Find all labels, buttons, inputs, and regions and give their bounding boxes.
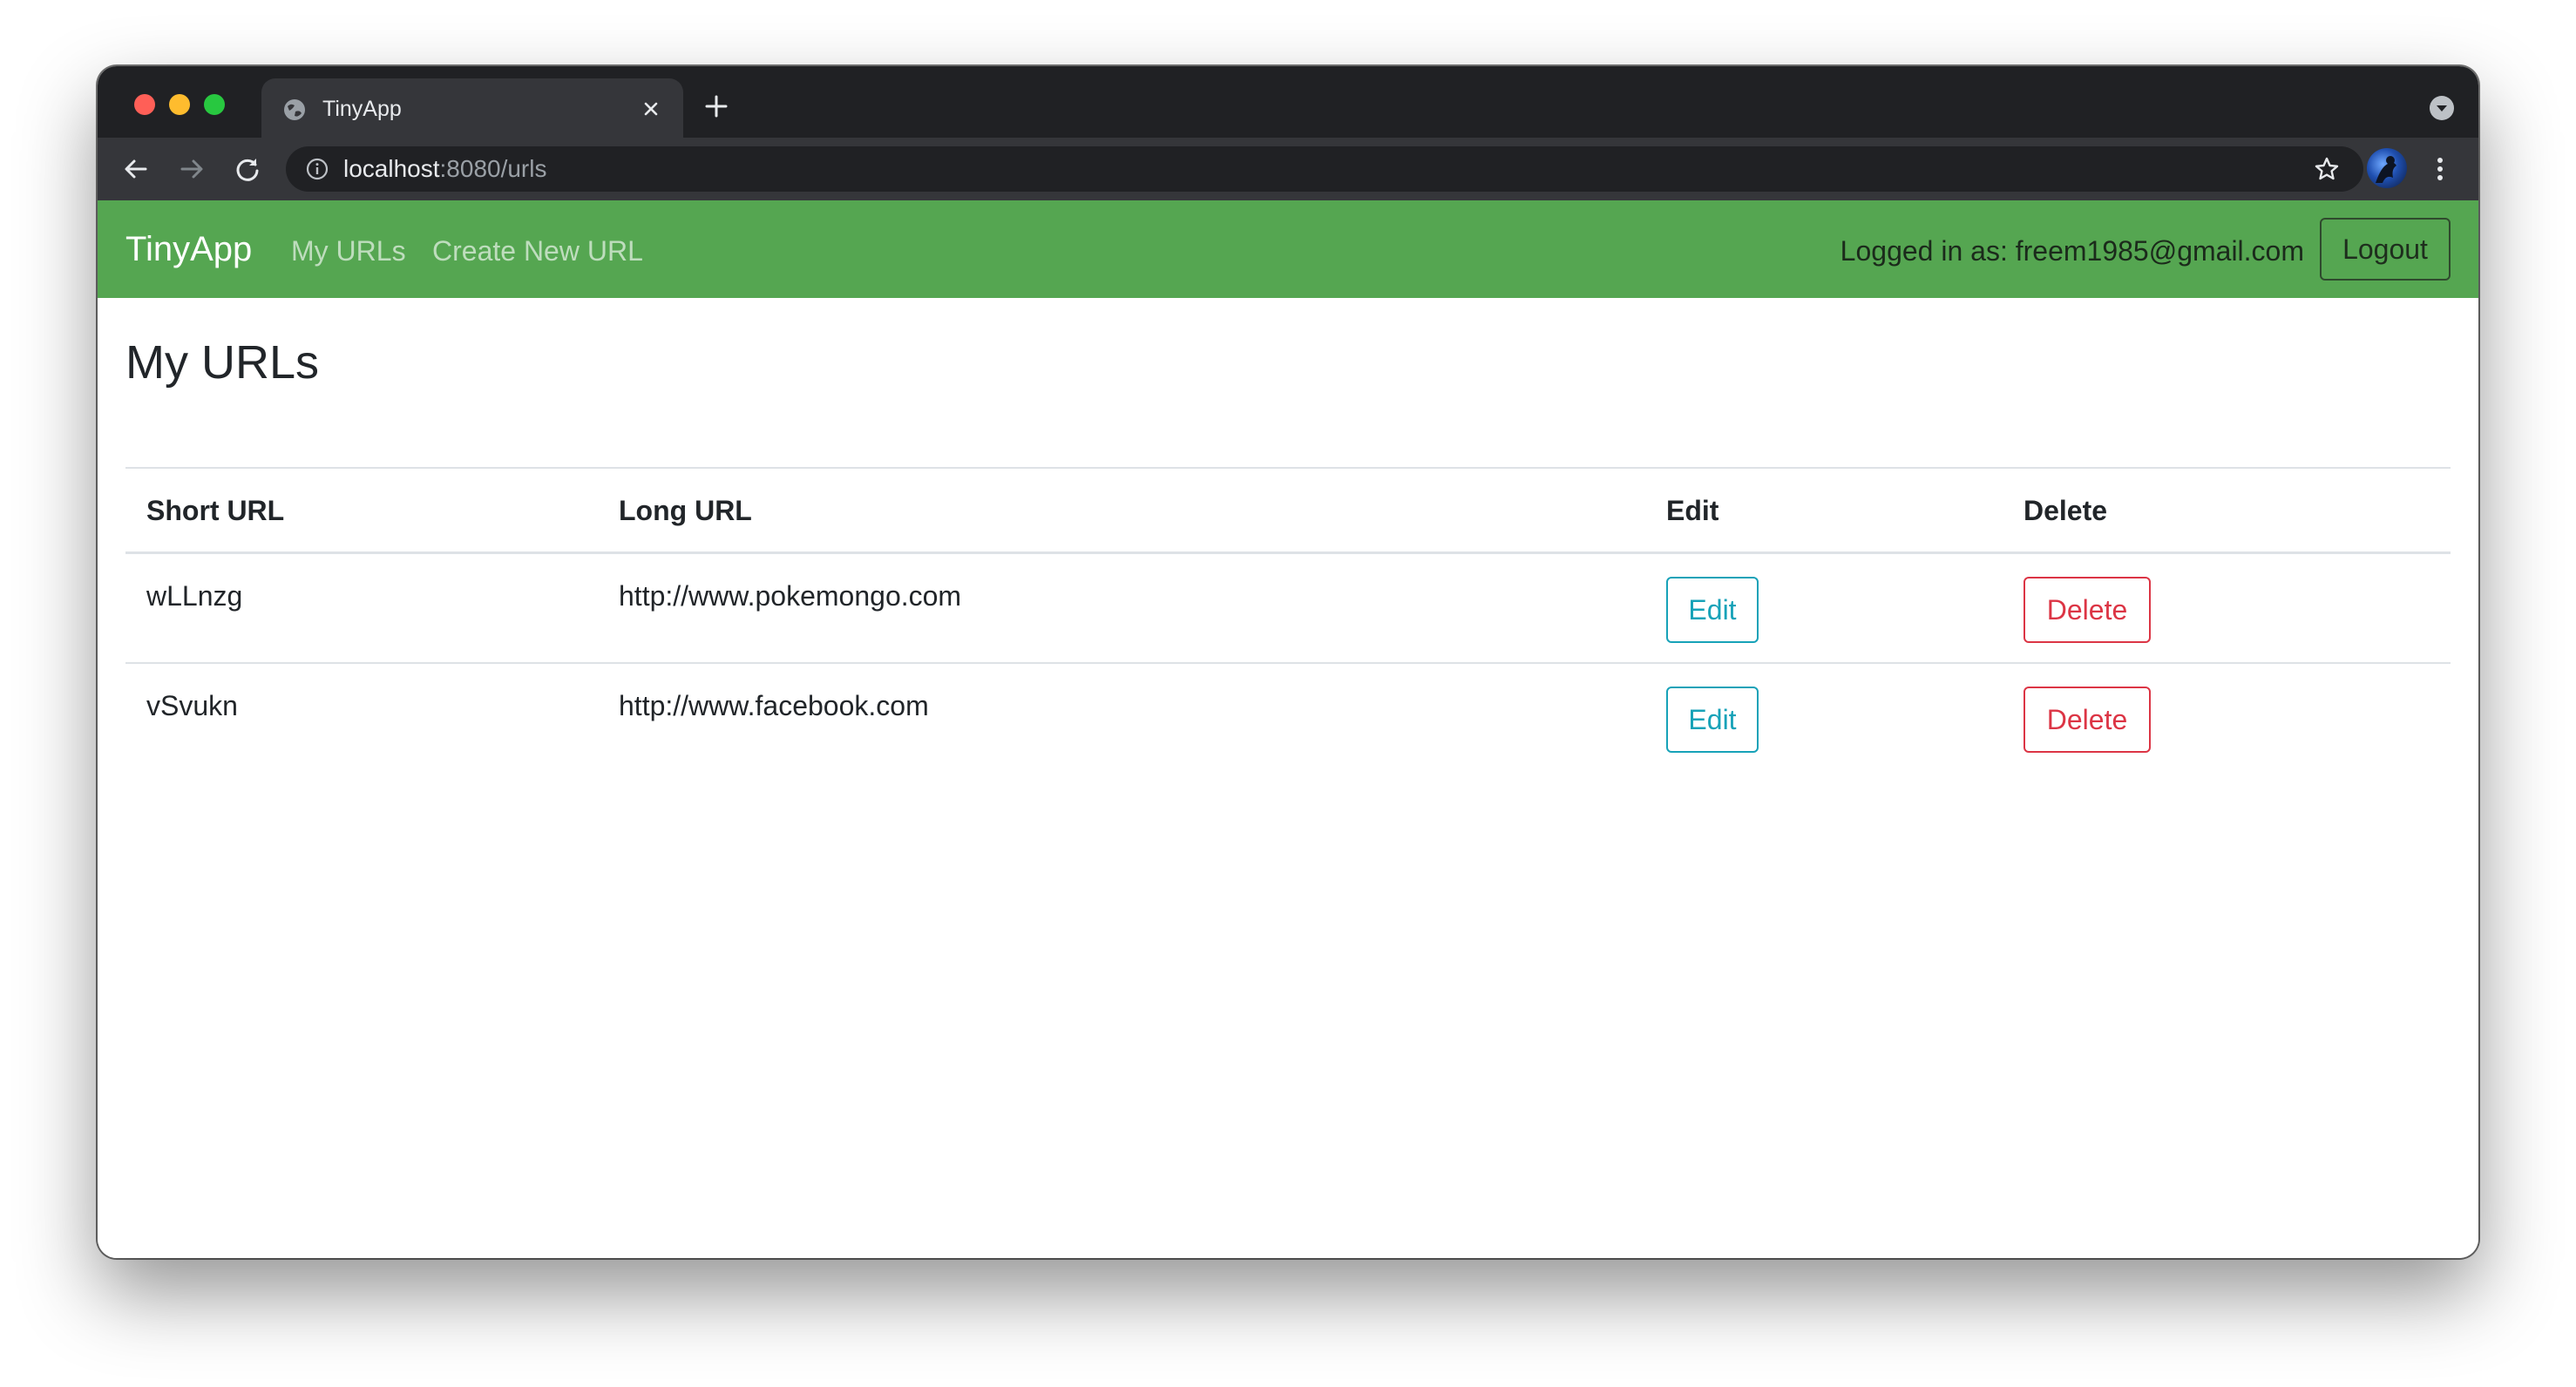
address-bar[interactable]: localhost:8080/urls xyxy=(286,146,2363,192)
close-window-button[interactable] xyxy=(134,94,155,115)
url-path: :8080/urls xyxy=(439,155,547,182)
table-row: wLLnzg http://www.pokemongo.com Edit Del… xyxy=(125,554,2451,664)
tab-title: TinyApp xyxy=(322,97,402,121)
arrow-right-icon[interactable] xyxy=(174,152,209,186)
chevron-down-circle-icon[interactable] xyxy=(2430,96,2454,120)
long-url-cell: http://www.facebook.com xyxy=(619,690,929,721)
brand-link[interactable]: TinyApp xyxy=(125,230,252,268)
nav-link-my-urls[interactable]: My URLs xyxy=(291,235,406,267)
minimize-window-button[interactable] xyxy=(169,94,190,115)
page-content: TinyApp My URLs Create New URL Logged in… xyxy=(98,200,2478,1258)
column-header-edit: Edit xyxy=(1666,495,1719,526)
urls-table: Short URL Long URL Edit Delete wLLnzg ht… xyxy=(125,467,2451,774)
table-header: Short URL Long URL Edit Delete xyxy=(125,467,2451,554)
app-navbar: TinyApp My URLs Create New URL Logged in… xyxy=(98,200,2478,298)
long-url-cell: http://www.pokemongo.com xyxy=(619,580,962,612)
column-header-delete: Delete xyxy=(2024,495,2108,526)
browser-toolbar: localhost:8080/urls xyxy=(98,138,2478,200)
globe-icon xyxy=(282,98,307,122)
short-url-cell: wLLnzg xyxy=(146,580,243,612)
table-row: vSvukn http://www.facebook.com Edit Dele… xyxy=(125,664,2451,774)
browser-tab[interactable]: TinyApp xyxy=(261,78,683,138)
page-title: My URLs xyxy=(125,336,320,389)
url-host: localhost xyxy=(343,155,440,182)
star-icon[interactable] xyxy=(2313,155,2341,183)
edit-button[interactable]: Edit xyxy=(1666,577,1759,643)
maximize-window-button[interactable] xyxy=(204,94,225,115)
close-icon[interactable] xyxy=(638,96,664,122)
reload-icon[interactable] xyxy=(230,152,265,186)
info-icon[interactable] xyxy=(305,157,329,181)
arrow-left-icon[interactable] xyxy=(119,152,153,186)
nav-link-create-new-url[interactable]: Create New URL xyxy=(432,235,643,267)
delete-button[interactable]: Delete xyxy=(2024,687,2151,753)
column-header-long-url: Long URL xyxy=(619,495,752,526)
plus-icon[interactable] xyxy=(699,89,734,124)
logged-in-status: Logged in as: freem1985@gmail.com xyxy=(1840,235,2304,267)
short-url-cell: vSvukn xyxy=(146,690,238,721)
kebab-menu-icon[interactable] xyxy=(2433,153,2447,185)
edit-button[interactable]: Edit xyxy=(1666,687,1759,753)
delete-button[interactable]: Delete xyxy=(2024,577,2151,643)
logout-button[interactable]: Logout xyxy=(2320,218,2451,281)
column-header-short-url: Short URL xyxy=(146,495,285,526)
tab-strip: TinyApp xyxy=(98,66,2478,138)
avatar[interactable] xyxy=(2367,148,2407,188)
url-text[interactable]: localhost:8080/urls xyxy=(343,156,546,182)
browser-window: TinyApp localhost:8080/urls TinyApp My U… xyxy=(98,66,2478,1258)
